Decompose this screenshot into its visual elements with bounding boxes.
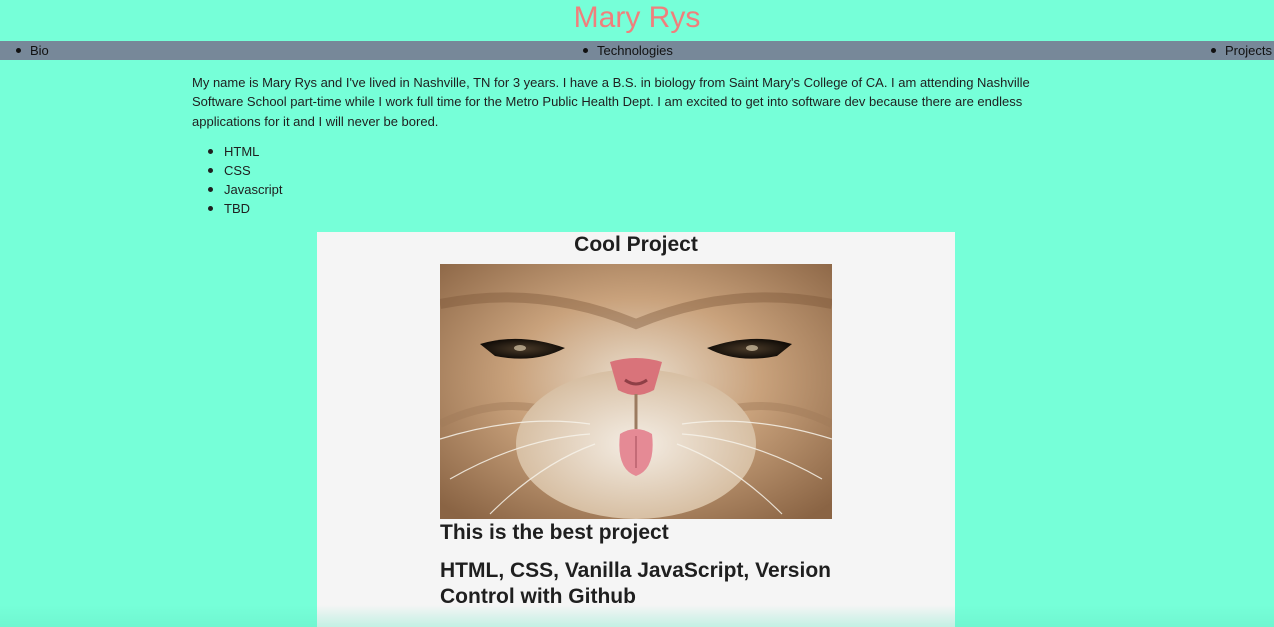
bullet-icon (208, 149, 213, 155)
list-item: TBD (208, 199, 283, 218)
bio-paragraph: My name is Mary Rys and I've lived in Na… (192, 75, 1030, 129)
bullet-icon (583, 48, 588, 54)
technologies-list: HTML CSS Javascript TBD (208, 142, 283, 218)
technology-label: TBD (224, 201, 250, 216)
bullet-icon (208, 206, 213, 212)
cat-photo-icon (440, 264, 832, 519)
nav-item-label: Bio (30, 43, 49, 58)
technology-label: HTML (224, 144, 260, 159)
nav-item-projects[interactable]: Projects (1211, 41, 1272, 60)
project-description: This is the best project (440, 521, 669, 544)
list-item: Javascript (208, 180, 283, 199)
bullet-icon (208, 187, 213, 193)
nav-item-technologies[interactable]: Technologies (583, 41, 673, 60)
list-item: CSS (208, 161, 283, 180)
nav-item-label: Technologies (597, 43, 673, 58)
project-technologies: HTML, CSS, Vanilla JavaScript, Version C… (440, 559, 831, 608)
list-item: HTML (208, 142, 283, 161)
technology-label: Javascript (224, 182, 283, 197)
bullet-icon (16, 48, 21, 54)
bullet-icon (208, 168, 213, 174)
nav-item-bio[interactable]: Bio (16, 41, 49, 60)
site-title: Mary Rys (573, 1, 701, 34)
project-card: Cool Project This is the best project HT… (317, 232, 955, 627)
page: Mary Rys Bio Technologies Projects My na… (0, 0, 1274, 627)
nav-item-label: Projects (1225, 43, 1272, 58)
technology-label: CSS (224, 163, 251, 178)
project-title: Cool Project (574, 233, 698, 256)
bullet-icon (1211, 48, 1216, 54)
nav-bar: Bio Technologies Projects (0, 41, 1274, 60)
